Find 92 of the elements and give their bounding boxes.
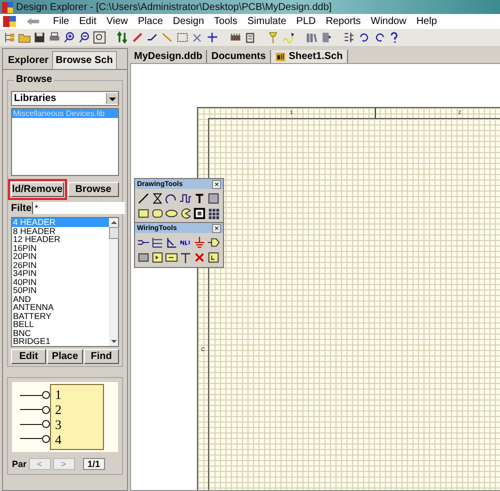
bus-entry-icon[interactable] <box>165 236 178 249</box>
component-item[interactable]: AND <box>12 294 109 303</box>
component-item[interactable]: BATTERY <box>12 312 109 320</box>
books-icon[interactable] <box>305 31 318 44</box>
sheet-symbol-icon[interactable] <box>151 251 164 264</box>
add-remove-button[interactable]: ld/Remove <box>11 182 64 197</box>
component-item[interactable]: BNC <box>12 328 109 337</box>
move-icon[interactable] <box>191 31 204 44</box>
filter-field[interactable]: * <box>32 202 125 214</box>
component-item[interactable]: 16PIN <box>12 244 109 252</box>
line-icon[interactable] <box>137 192 150 205</box>
schematic-icon <box>274 51 286 62</box>
scrollbar[interactable] <box>109 218 118 346</box>
curve-icon[interactable] <box>179 192 192 205</box>
arc-icon[interactable] <box>165 192 178 205</box>
text-tool-icon[interactable] <box>193 192 206 205</box>
rounded-rectangle-icon[interactable] <box>151 207 164 220</box>
crosshair-icon[interactable] <box>206 31 219 44</box>
waveform-icon[interactable] <box>282 31 295 44</box>
sheet-entry-icon[interactable] <box>165 251 178 264</box>
part-counter: 1/1 <box>82 458 106 470</box>
menu-item[interactable]: File <box>48 16 74 27</box>
group-title: Browse <box>14 74 54 85</box>
component-action-button[interactable]: Find <box>84 349 119 364</box>
library-dropdown[interactable]: Libraries <box>11 91 119 106</box>
hourglass-icon[interactable] <box>151 192 164 205</box>
net-label-icon[interactable] <box>179 236 192 249</box>
browse-button[interactable]: Browse <box>68 182 119 197</box>
menu-item[interactable]: Place <box>132 16 168 27</box>
up-down-arrows-icon[interactable] <box>116 31 129 44</box>
menu-item[interactable]: Simulate <box>242 16 292 27</box>
pin-number: 3 <box>55 417 62 432</box>
app-menu-icon[interactable] <box>3 16 16 27</box>
component-item[interactable]: BRIDGE1 <box>12 337 109 346</box>
scroll-down-icon[interactable] <box>110 339 116 344</box>
pcb-layout-icon[interactable] <box>207 251 220 264</box>
part-icon[interactable] <box>137 251 150 264</box>
dropdown-arrow-icon <box>109 95 116 102</box>
ellipse-icon[interactable] <box>165 207 178 220</box>
menu-item[interactable]: Reports <box>320 16 366 27</box>
part-label: Par <box>12 459 27 469</box>
panel-tab[interactable]: Browse Sch <box>52 51 117 69</box>
component-item[interactable]: 26PIN <box>12 260 109 269</box>
bus-icon[interactable] <box>151 236 164 249</box>
component-item[interactable]: 8 HEADER <box>12 226 109 235</box>
save-icon[interactable] <box>33 31 46 44</box>
port-icon[interactable] <box>207 236 220 249</box>
undo-icon[interactable] <box>358 31 371 44</box>
junction-icon[interactable] <box>179 251 192 264</box>
menu-item[interactable]: Edit <box>74 16 102 27</box>
window-title: Design Explorer - [C:\Users\Administrator\Desktop\PCB\MyDesign.ddb] <box>16 2 332 12</box>
frame-icon[interactable] <box>207 192 220 205</box>
component-icon[interactable] <box>244 31 257 44</box>
component-item[interactable]: 20PIN <box>12 252 109 260</box>
pin-number: 2 <box>55 402 62 417</box>
component-item[interactable]: 34PIN <box>12 269 109 278</box>
library-icon[interactable] <box>320 31 333 44</box>
pin-number: 1 <box>55 387 62 402</box>
component-action-button[interactable]: Place <box>47 349 83 364</box>
component-item[interactable]: 12 HEADER <box>12 235 109 244</box>
menu-item[interactable]: Help <box>411 16 442 27</box>
close-button[interactable]: × <box>212 224 221 232</box>
document-tab[interactable]: Sheet1.Sch <box>270 50 348 63</box>
select-icon[interactable] <box>176 31 189 44</box>
list-icon[interactable] <box>343 31 356 44</box>
pie-icon[interactable] <box>179 207 192 220</box>
app-icon <box>2 2 13 12</box>
menu-item[interactable]: PLD <box>291 16 321 27</box>
menu-item[interactable]: Design <box>168 16 210 27</box>
image-icon[interactable] <box>193 207 206 220</box>
menu-item[interactable]: Tools <box>209 16 242 27</box>
component-item[interactable]: BELL <box>12 320 109 328</box>
component-action-button[interactable]: Edit <box>11 349 46 364</box>
pin-number: 4 <box>55 432 62 447</box>
rectangle-icon[interactable] <box>137 207 150 220</box>
component-item[interactable]: 50PIN <box>12 286 109 294</box>
tree-icon[interactable] <box>3 31 16 44</box>
zoom-fit-icon[interactable] <box>93 31 106 44</box>
component-item[interactable]: 40PIN <box>12 278 109 286</box>
pencil-icon[interactable] <box>131 31 144 44</box>
close-button[interactable]: × <box>212 180 221 188</box>
zoom-in-icon[interactable] <box>63 31 76 44</box>
zoom-out-icon[interactable] <box>78 31 91 44</box>
menu-item[interactable]: Window <box>366 16 412 27</box>
redo-icon[interactable] <box>373 31 386 44</box>
menu-item[interactable]: View <box>101 16 133 27</box>
array-icon[interactable] <box>207 207 220 220</box>
scroll-up-icon[interactable] <box>110 220 116 225</box>
scroll-thumb[interactable] <box>108 227 118 239</box>
filter-label: Filte <box>11 202 32 214</box>
component-item[interactable]: ANTENNA <box>12 303 109 312</box>
ground-icon[interactable] <box>193 236 206 249</box>
